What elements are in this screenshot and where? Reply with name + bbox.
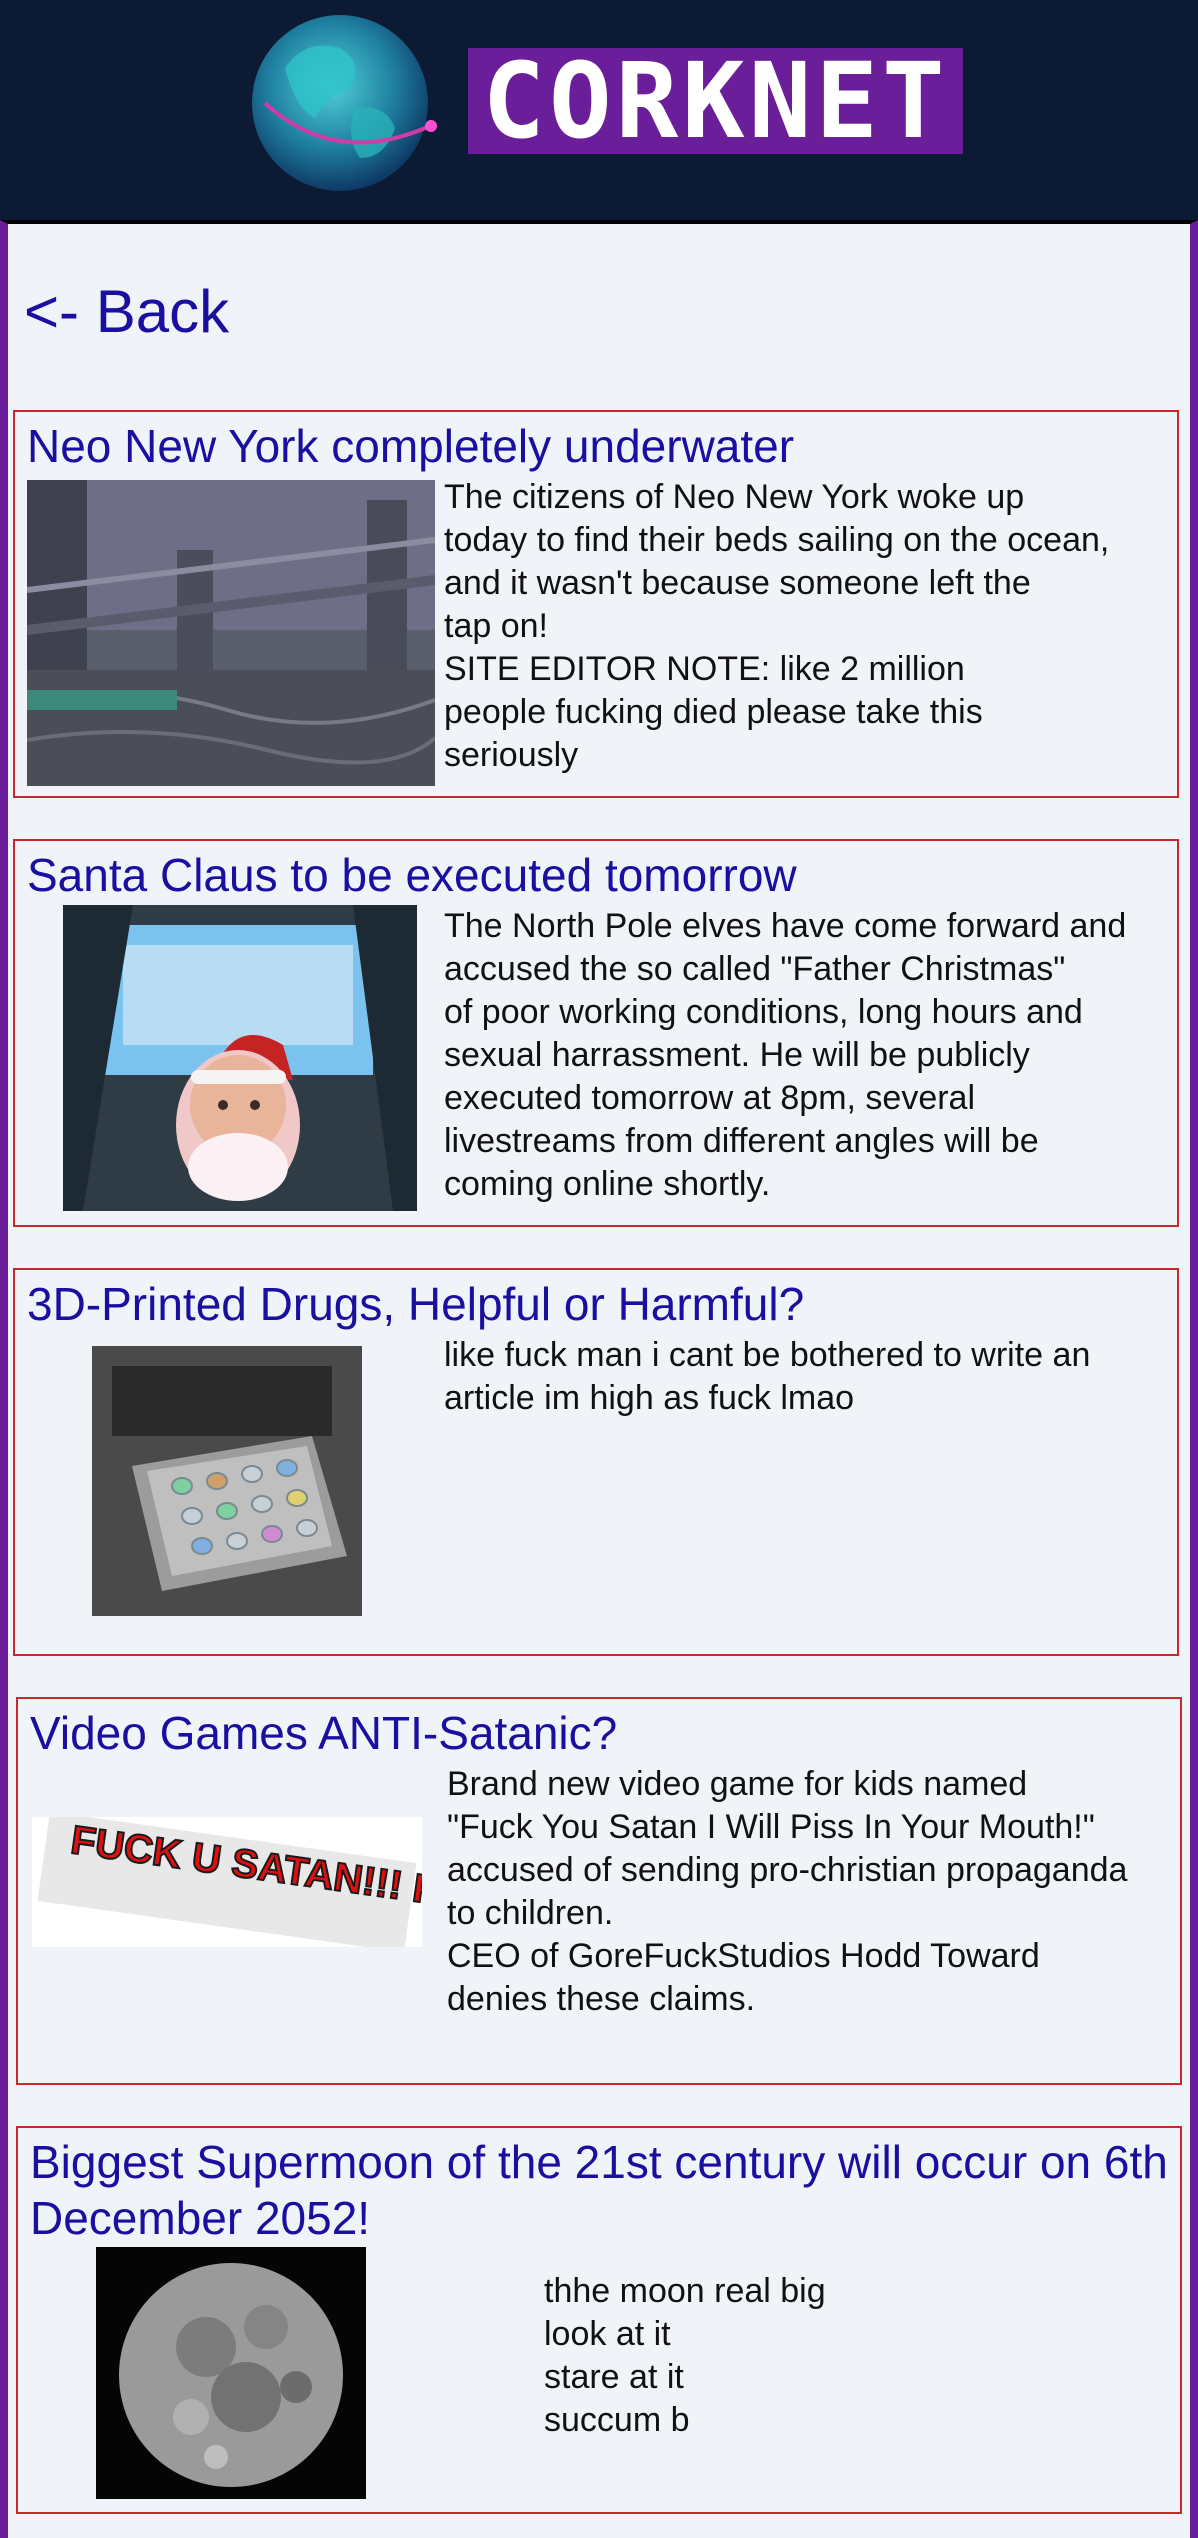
- article-card: Neo New York completely underwater The c…: [13, 410, 1179, 798]
- article-card: Video Games ANTI-Satanic? FUCK U SATAN!!…: [16, 1697, 1182, 2085]
- article-image: FUCK U SATAN!!! FUCK RIGHT OFF!!!: [32, 1817, 422, 1947]
- article-title[interactable]: Video Games ANTI-Satanic?: [30, 1705, 617, 1761]
- article-body: thhe moon real big look at it stare at i…: [544, 2272, 826, 2439]
- article-title[interactable]: Neo New York completely underwater: [27, 418, 794, 474]
- article-card: Santa Claus to be executed tomorrow The …: [13, 839, 1179, 1227]
- article-card: 3D-Printed Drugs, Helpful or Harmful? li…: [13, 1268, 1179, 1656]
- site-header: corknet: [0, 0, 1198, 220]
- article-body: Brand new video game for kids named "Fuc…: [447, 1765, 1128, 2018]
- back-link[interactable]: <- Back: [24, 282, 229, 342]
- article-title[interactable]: Santa Claus to be executed tomorrow: [27, 847, 797, 903]
- globe-logo-icon: [252, 15, 437, 191]
- site-logo[interactable]: corknet: [468, 48, 963, 154]
- article-body: The North Pole elves have come forward a…: [444, 907, 1127, 1203]
- article-image: [63, 905, 417, 1211]
- article-title[interactable]: Biggest Supermoon of the 21st century wi…: [30, 2134, 1170, 2246]
- article-image: [96, 2247, 366, 2499]
- article-image: [92, 1346, 362, 1616]
- article-body: like fuck man i cant be bothered to writ…: [444, 1336, 1091, 1417]
- article-card: Biggest Supermoon of the 21st century wi…: [16, 2126, 1182, 2514]
- article-image: [27, 480, 435, 786]
- article-body: The citizens of Neo New York woke up tod…: [444, 478, 1110, 774]
- article-title[interactable]: 3D-Printed Drugs, Helpful or Harmful?: [27, 1276, 804, 1332]
